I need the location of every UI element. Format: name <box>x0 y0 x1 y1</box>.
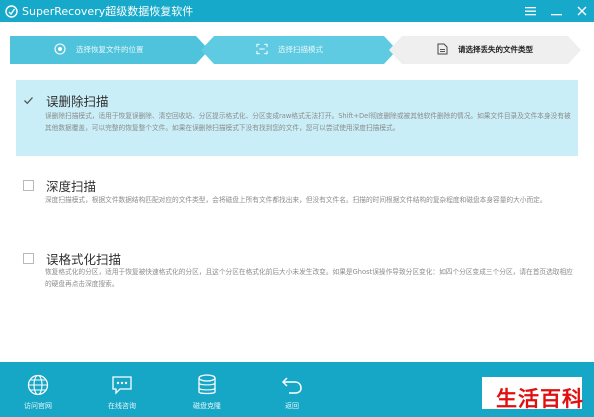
step-label: 选择恢复文件的位置 <box>76 44 144 54</box>
watermark-text: 生活百科 <box>496 386 584 411</box>
option-description: 深度扫描模式，根据文件数据结构匹配对应的文件类型，会将磁盘上所有文件都找出来，但… <box>45 196 547 204</box>
checkbox-checked[interactable] <box>23 95 34 106</box>
step-select-location: 选择恢复文件的位置 <box>54 37 144 61</box>
visit-website-button[interactable]: 访问官网 <box>8 362 68 417</box>
scan-mode-icon <box>256 43 268 55</box>
disk-clone-button[interactable]: 磁盘克隆 <box>177 362 237 417</box>
checkbox[interactable] <box>23 253 34 264</box>
option-deep-scan[interactable]: 深度扫描 深度扫描模式，根据文件数据结构匹配对应的文件类型，会将磁盘上所有文件都… <box>16 170 578 230</box>
option-format-scan[interactable]: 误格式化扫描 恢复格式化的分区，适用于恢复被快速格式化的分区，且这个分区在格式化… <box>16 243 578 303</box>
option-title: 误删除扫描 <box>46 94 109 109</box>
close-icon[interactable] <box>576 5 588 17</box>
app-title: SuperRecovery超级数据恢复软件 <box>22 5 194 18</box>
footer-label: 磁盘克隆 <box>193 402 221 410</box>
back-arrow-icon <box>280 373 304 397</box>
title-bar: SuperRecovery超级数据恢复软件 <box>0 0 594 22</box>
option-description: 误删除扫描模式，适用于恢复误删除、清空回收站、分区提示格式化、分区变成raw格式… <box>45 112 571 132</box>
target-icon <box>54 43 66 55</box>
step-label: 请选择丢失的文件类型 <box>458 44 533 54</box>
step-label: 选择扫描模式 <box>278 44 323 54</box>
minimize-icon[interactable] <box>550 5 562 17</box>
option-description: 恢复格式化的分区，适用于恢复被快速格式化的分区，且这个分区在格式化前后大小未发生… <box>45 268 573 288</box>
option-deleted-scan[interactable]: 误删除扫描 误删除扫描模式，适用于恢复误删除、清空回收站、分区提示格式化、分区变… <box>16 80 578 156</box>
chat-icon <box>110 373 134 397</box>
step-file-type: 请选择丢失的文件类型 <box>436 37 533 61</box>
footer-label: 在线咨询 <box>108 402 136 410</box>
online-consult-button[interactable]: 在线咨询 <box>92 362 152 417</box>
disk-clone-icon <box>195 373 219 397</box>
step-scan-mode: 选择扫描模式 <box>256 37 323 61</box>
app-logo-icon <box>4 4 18 18</box>
option-title: 深度扫描 <box>46 179 97 194</box>
menu-icon[interactable] <box>524 5 536 17</box>
globe-icon <box>26 373 50 397</box>
back-button[interactable]: 返回 <box>262 362 322 417</box>
footer-label: 访问官网 <box>24 402 52 410</box>
step-bar: 选择恢复文件的位置 选择扫描模式 请选择丢失的文件类型 <box>0 22 594 78</box>
footer-label: 返回 <box>285 402 299 410</box>
document-icon <box>436 43 448 55</box>
checkbox[interactable] <box>23 180 34 191</box>
